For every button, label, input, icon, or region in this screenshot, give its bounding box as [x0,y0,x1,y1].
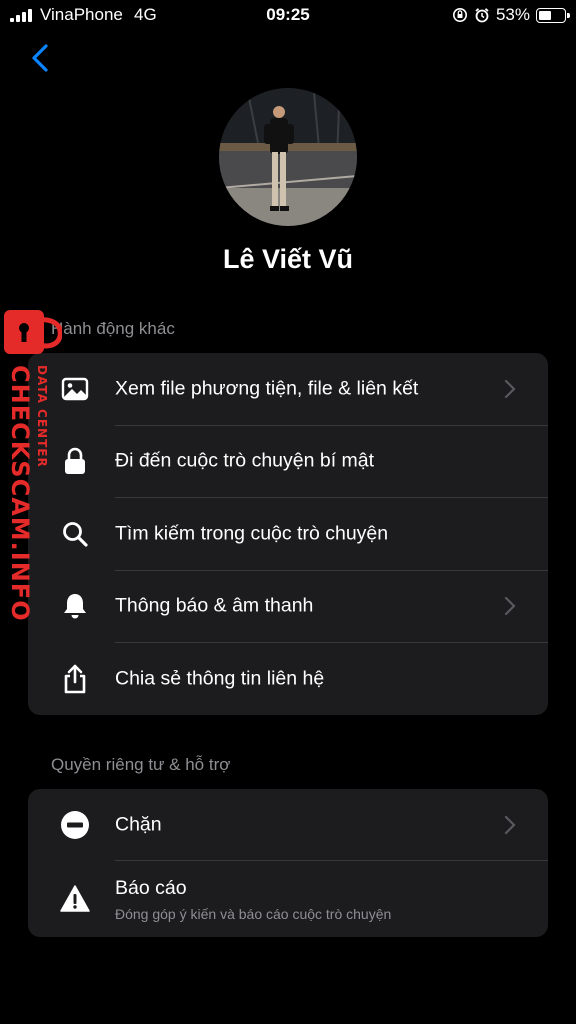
search-icon [60,519,90,549]
row-label: Thông báo & âm thanh [115,594,314,617]
battery-fill [539,10,552,20]
lock-icon [60,446,90,476]
watermark-lock-icon [4,310,62,354]
section-title-privacy-support: Quyền riêng tư & hỗ trợ [51,755,231,774]
watermark-brand: CHECKSCAM.INFO [6,365,34,622]
alarm-icon [475,8,489,23]
row-label: Chặn [115,813,162,836]
share-icon [60,664,90,694]
row-label: Xem file phương tiện, file & liên kết [115,377,419,400]
chevron-right-icon [504,379,516,399]
orientation-lock-icon [452,8,467,22]
chevron-right-icon [504,596,516,616]
block-row[interactable]: Chặn [28,789,548,861]
row-label: Tìm kiếm trong cuộc trò chuyện [115,522,389,545]
chevron-left-icon [32,44,48,72]
privacy-support-card: Chặn Báo cáo Đóng góp ý kiến và báo cáo … [28,789,548,937]
battery-icon [536,7,570,23]
section-title-other-actions: Hành động khác [51,319,175,338]
profile-name: Lê Viết Vũ [222,244,354,274]
bell-icon [60,591,90,621]
row-sublabel: Đóng góp ý kiến và báo cáo cuộc trò chuy… [115,906,392,922]
secret-conversation-row[interactable]: Đi đến cuộc trò chuyện bí mật [28,425,548,497]
notifications-sounds-row[interactable]: Thông báo & âm thanh [28,570,548,642]
status-right-group: 53% [452,5,570,25]
search-in-conversation-row[interactable]: Tìm kiếm trong cuộc trò chuyện [28,498,548,570]
image-icon [60,374,90,404]
report-row[interactable]: Báo cáo Đóng góp ý kiến và báo cáo cuộc … [28,861,548,937]
report-text: Báo cáo Đóng góp ý kiến và báo cáo cuộc … [115,877,391,922]
row-label: Báo cáo [115,877,187,899]
view-media-files-links-row[interactable]: Xem file phương tiện, file & liên kết [28,353,548,425]
avatar[interactable] [219,88,357,226]
watermark-tagline: DATA CENTER [35,365,49,468]
warning-icon [60,884,90,914]
battery-percent: 53% [495,5,530,24]
status-bar: VinaPhone 4G 09:25 53% [0,0,576,30]
chevron-right-icon [504,815,516,835]
other-actions-card: Xem file phương tiện, file & liên kết Đi… [28,353,548,715]
avatar-photo [219,88,357,226]
share-contact-row[interactable]: Chia sẻ thông tin liên hệ [28,643,548,715]
row-label: Chia sẻ thông tin liên hệ [115,667,325,690]
back-button[interactable] [26,40,56,76]
block-icon [60,810,90,840]
row-label: Đi đến cuộc trò chuyện bí mật [115,449,375,472]
